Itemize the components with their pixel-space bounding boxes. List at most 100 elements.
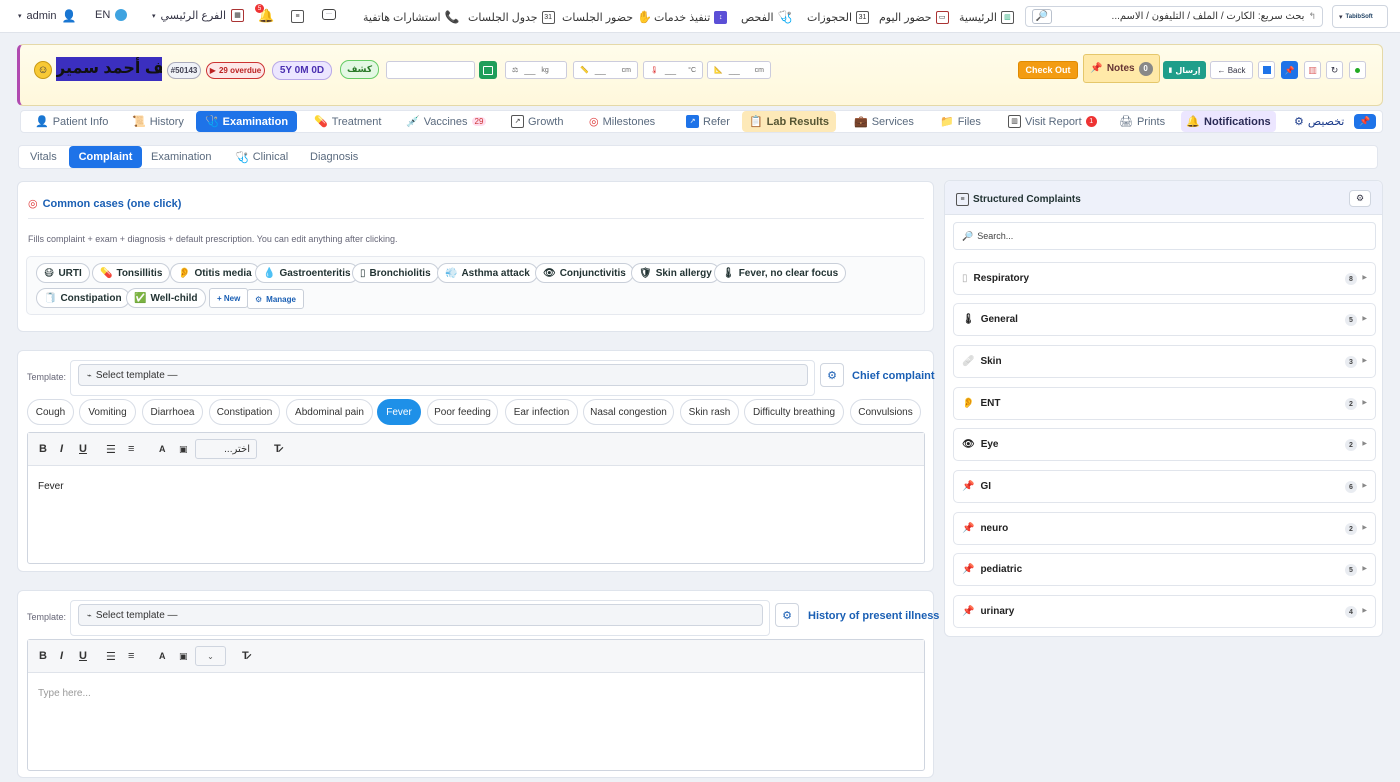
chief-chip-ear-infection[interactable]: Ear infection (505, 399, 578, 425)
case-chip-urti[interactable]: 😷 URTI (36, 263, 90, 283)
delete-button[interactable]: ▥ (1304, 61, 1321, 79)
case-chip-asthma[interactable]: 💨 Asthma attack (437, 263, 538, 283)
back-button[interactable]: ← Back (1210, 61, 1253, 79)
edit-button[interactable]: 📌 (1281, 61, 1298, 79)
bullet-list-button[interactable]: ≡ (128, 443, 134, 455)
refresh-button[interactable]: ↻ (1326, 61, 1343, 79)
complaint-search-input[interactable]: 🔎 Search... (953, 222, 1376, 250)
subtab-clinical[interactable]: 🩺 Clinical (227, 146, 296, 168)
tab-customize[interactable]: ⚙ تخصيص (1286, 111, 1352, 132)
chat-icon[interactable]: ··· (322, 9, 336, 20)
hpi-settings-button[interactable]: ⚙ (775, 603, 799, 627)
ordered-list-button[interactable]: ☰ (106, 650, 116, 663)
tab-milestones[interactable]: ◎ Milestones (581, 111, 663, 132)
nav-bookings[interactable]: الحجوزات 31 (807, 8, 870, 26)
italic-button[interactable]: I (60, 650, 63, 662)
group-gi[interactable]: 📌 GI 6 ▶ (953, 470, 1376, 503)
tab-examination[interactable]: 🩺 Examination (196, 111, 297, 132)
tab-refer[interactable]: ↗ Refer (678, 111, 738, 132)
chief-chip-cough[interactable]: Cough (27, 399, 74, 425)
case-chip-conjunctivitis[interactable]: 👁 Conjunctivitis (535, 263, 634, 283)
case-chip-gastroenteritis[interactable]: 💧 Gastroenteritis (255, 263, 359, 283)
weight-field[interactable]: ⚖ __ kg (505, 61, 567, 79)
group-urinary[interactable]: 📌 urinary 4 ▶ (953, 595, 1376, 628)
chief-complaint-text[interactable]: Fever (38, 481, 64, 492)
user-menu[interactable]: ▾ admin 👤 (18, 9, 76, 23)
case-chip-fever[interactable]: 🌡 Fever, no clear focus (714, 263, 847, 283)
new-case-button[interactable]: + New (209, 288, 249, 308)
height-field[interactable]: 📏 __ cm (573, 61, 638, 79)
chief-chip-constipation[interactable]: Constipation (209, 399, 280, 425)
chief-chip-vomiting[interactable]: Vomiting (79, 399, 136, 425)
chief-chip-difficulty-breathing[interactable]: Difficulty breathing (744, 399, 844, 425)
tab-treatment[interactable]: 💊 Treatment (306, 111, 389, 132)
tab-prints[interactable]: 🖨 Prints (1111, 111, 1173, 132)
chief-chip-abdominal-pain[interactable]: Abdominal pain (286, 399, 373, 425)
group-eye[interactable]: 👁 Eye 2 ▶ (953, 428, 1376, 461)
underline-button[interactable]: U (79, 443, 87, 455)
chief-template-select[interactable]: ⌁ Select template — (78, 364, 808, 386)
chief-chip-diarrhoea[interactable]: Diarrhoea (142, 399, 203, 425)
bullet-list-button[interactable]: ≡ (128, 650, 134, 662)
case-chip-otitis[interactable]: 👂 Otitis media (170, 263, 260, 283)
nav-session-attendance[interactable]: حضور الجلسات ✋ (562, 8, 652, 26)
clipboard-icon[interactable]: ≡ (291, 10, 304, 23)
branch-select[interactable]: ▾ الفرع الرئيسي ▦ (152, 9, 245, 22)
pin-tabs-button[interactable]: 📌 (1354, 114, 1376, 129)
chief-settings-button[interactable]: ⚙ (820, 363, 844, 387)
temperature-field[interactable]: 🌡 __ °C (643, 61, 703, 79)
panel-settings-button[interactable]: ⚙ (1349, 190, 1371, 207)
font-size-select[interactable]: اختر... (195, 439, 257, 459)
chief-chip-skin-rash[interactable]: Skin rash (680, 399, 739, 425)
brand-menu[interactable]: ▾ TabibSoft (1332, 5, 1388, 28)
subtab-examination[interactable]: Examination (143, 146, 220, 168)
case-chip-bronchiolitis[interactable]: ▯ Bronchiolitis (352, 263, 439, 283)
search-trigger[interactable]: 🔎 (1032, 9, 1052, 24)
chief-chip-fever[interactable]: Fever (377, 399, 421, 425)
group-neuro[interactable]: 📌 neuro 2 ▶ (953, 512, 1376, 545)
bold-button[interactable]: B (39, 443, 47, 455)
calendar-button[interactable] (1258, 61, 1275, 79)
case-chip-tonsillitis[interactable]: 💊 Tonsillitis (92, 263, 171, 283)
nav-today-attendance[interactable]: حضور اليوم ▭ (879, 8, 949, 26)
italic-button[interactable]: I (60, 443, 63, 455)
clear-format-button[interactable]: T̷ (242, 650, 249, 662)
group-pediatric[interactable]: 📌 pediatric 5 ▶ (953, 553, 1376, 586)
highlight-button[interactable]: ▣ (179, 651, 188, 662)
status-button[interactable] (1349, 61, 1366, 79)
chief-chip-convulsions[interactable]: Convulsions (850, 399, 921, 425)
subtab-diagnosis[interactable]: Diagnosis (302, 146, 366, 168)
text-color-button[interactable]: A (159, 651, 166, 661)
nav-services[interactable]: تنفيذ خدمات ↕ (654, 8, 728, 26)
check-out-button[interactable]: Check Out (1018, 61, 1078, 79)
highlight-button[interactable]: ▣ (179, 444, 188, 455)
hpi-template-select[interactable]: ⌁ Select template — (78, 604, 763, 626)
tab-notifications[interactable]: 🔔 Notifications (1181, 111, 1276, 132)
language-switch[interactable]: EN (95, 9, 128, 21)
subtab-complaint[interactable]: Complaint (69, 146, 142, 168)
head-circ-field[interactable]: 📐 __ cm (707, 61, 771, 79)
notifications-bell[interactable]: 🔔 5 (255, 4, 274, 24)
ordered-list-button[interactable]: ☰ (106, 443, 116, 456)
tab-patient-info[interactable]: 👤 Patient Info (27, 111, 116, 132)
nav-session-schedule[interactable]: جدول الجلسات 31 (468, 8, 555, 26)
tab-services[interactable]: 💼 Services (846, 111, 922, 132)
tab-files[interactable]: 📁 Files (932, 111, 989, 132)
underline-button[interactable]: U (79, 650, 87, 662)
nav-phone-consults[interactable]: استشارات هاتفية 📞 (363, 8, 460, 26)
font-size-select[interactable]: ⌄ (195, 646, 226, 666)
hpi-text[interactable]: Type here... (38, 688, 91, 699)
visit-type-badge[interactable]: كشف (340, 60, 379, 79)
notes-button[interactable]: 📌 Notes 0 (1083, 54, 1160, 83)
chief-chip-nasal-congestion[interactable]: Nasal congestion (583, 399, 674, 425)
send-button[interactable]: ▮ إرسال (1163, 61, 1206, 79)
group-general[interactable]: 🌡 General 5 ▶ (953, 303, 1376, 336)
tab-history[interactable]: 📜 History (124, 111, 192, 132)
note-input[interactable] (386, 61, 475, 79)
group-ent[interactable]: 👂 ENT 2 ▶ (953, 387, 1376, 420)
nav-examination[interactable]: الفحص 🩺 (741, 8, 793, 26)
case-chip-skin-allergy[interactable]: 🛡 Skin allergy (631, 263, 720, 283)
calendar-button[interactable] (479, 61, 497, 79)
chief-chip-poor-feeding[interactable]: Poor feeding (427, 399, 498, 425)
case-chip-constipation[interactable]: 🧻 Constipation (36, 288, 130, 308)
